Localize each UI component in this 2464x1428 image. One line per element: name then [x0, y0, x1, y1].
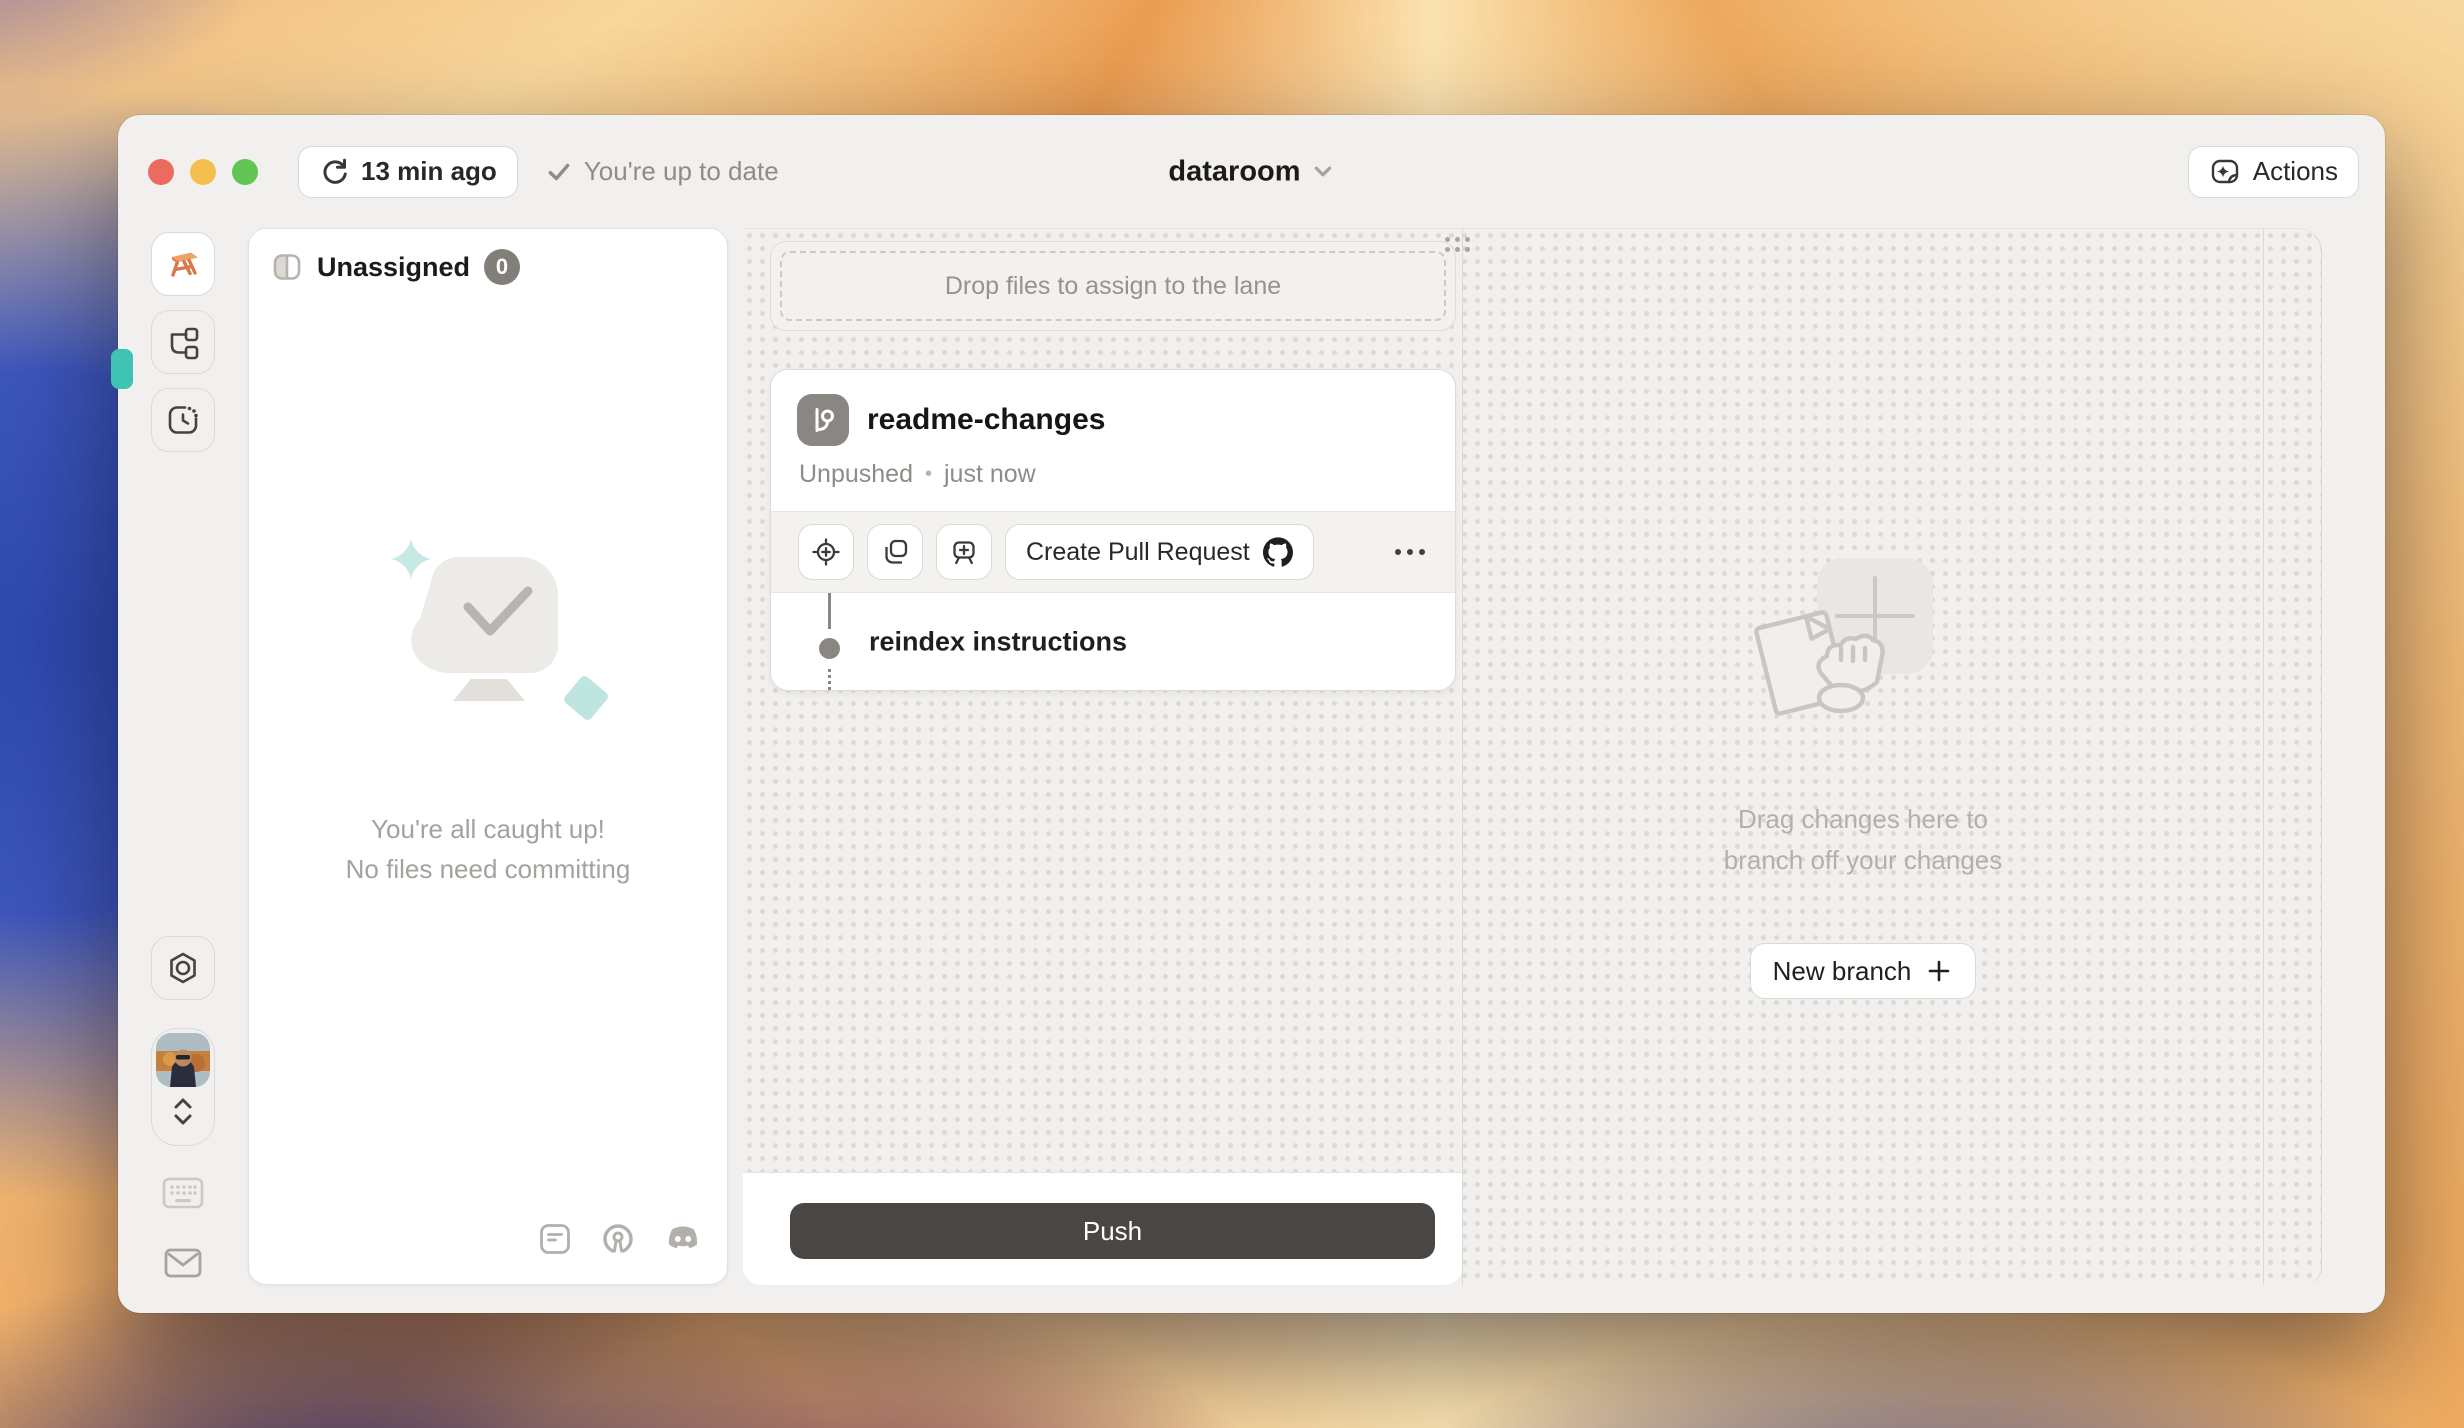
keyboard-shortcuts-button[interactable] — [151, 1176, 215, 1210]
titlebar: 13 min ago You're up to date dataroom — [118, 115, 2385, 228]
empty-line1: You're all caught up! — [346, 809, 631, 849]
drag-changes-hint: Drag changes here to branch off your cha… — [1724, 799, 2002, 881]
changelog-icon[interactable] — [537, 1221, 573, 1257]
history-clock-icon — [165, 402, 201, 438]
empty-line2: No files need committing — [346, 849, 631, 889]
zoom-window-button[interactable] — [232, 159, 258, 185]
new-branch-label: New branch — [1773, 956, 1912, 987]
keyboard-icon — [162, 1176, 204, 1210]
push-button[interactable]: Push — [790, 1203, 1435, 1259]
account-switcher[interactable] — [151, 1028, 215, 1146]
assign-target-button[interactable] — [798, 524, 854, 580]
lane-footer: Push — [743, 1172, 1462, 1285]
check-icon — [546, 159, 572, 185]
file-dropzone[interactable]: Drop files to assign to the lane — [770, 241, 1456, 331]
gear-icon — [165, 950, 201, 986]
app-window: 13 min ago You're up to date dataroom — [118, 115, 2385, 1313]
commit-line-dotted — [828, 669, 831, 690]
meta-separator: • — [925, 463, 932, 486]
github-icon — [1263, 537, 1293, 567]
gitbutler-workbench-icon — [163, 244, 203, 284]
actions-label: Actions — [2253, 156, 2338, 187]
sync-icon — [319, 157, 349, 187]
commit-message: reindex instructions — [869, 626, 1127, 657]
sync-status: You're up to date — [546, 156, 779, 187]
hint-line2: branch off your changes — [1724, 840, 2002, 881]
panel-resize-divider[interactable] — [2263, 229, 2264, 1285]
branch-name: readme-changes — [867, 403, 1105, 437]
project-name: dataroom — [1168, 155, 1300, 188]
update-time-label: 13 min ago — [361, 156, 497, 187]
active-tab-indicator — [111, 349, 133, 389]
panel-footer-links — [537, 1220, 703, 1258]
discord-icon[interactable] — [663, 1222, 703, 1256]
create-pull-request-button[interactable]: Create Pull Request — [1005, 524, 1314, 580]
crosshair-plus-icon — [811, 537, 841, 567]
mail-icon — [163, 1246, 203, 1280]
drag-changes-illustration — [1733, 554, 1993, 764]
branches-icon — [165, 324, 201, 360]
split-panel-icon[interactable] — [271, 251, 303, 283]
branch-meta: Unpushed • just now — [799, 460, 1429, 489]
chevron-updown-icon — [170, 1095, 196, 1129]
commit-dot-icon — [819, 638, 840, 659]
fetch-update-button[interactable]: 13 min ago — [298, 146, 518, 198]
empty-state: You're all caught up! No files need comm… — [249, 529, 727, 889]
actions-button[interactable]: Actions — [2188, 146, 2359, 198]
unassigned-title: Unassigned — [317, 252, 470, 283]
minimize-window-button[interactable] — [190, 159, 216, 185]
workspace-canvas: Drop files to assign to the lane read — [743, 228, 2322, 1285]
feedback-button[interactable] — [151, 1246, 215, 1280]
user-avatar — [156, 1033, 210, 1087]
unassigned-header: Unassigned 0 — [249, 229, 727, 305]
new-branch-button[interactable]: New branch — [1750, 943, 1977, 999]
commit-line — [828, 593, 831, 629]
empty-state-text: You're all caught up! No files need comm… — [346, 809, 631, 889]
stack-add-icon — [949, 537, 979, 567]
hint-line1: Drag changes here to — [1724, 799, 2002, 840]
settings-button[interactable] — [151, 936, 215, 1000]
project-switcher[interactable]: dataroom — [1168, 155, 1334, 188]
caught-up-illustration — [363, 529, 613, 749]
unassigned-panel: Unassigned 0 You're all caught up! No fi… — [248, 228, 728, 1285]
push-label: Push — [1083, 1216, 1142, 1247]
tab-history[interactable] — [151, 388, 215, 452]
tab-branches[interactable] — [151, 310, 215, 374]
plus-icon — [1925, 957, 1953, 985]
branch-card-header[interactable]: readme-changes Unpushed • just now — [771, 370, 1455, 511]
close-window-button[interactable] — [148, 159, 174, 185]
tab-workspace[interactable] — [151, 232, 215, 296]
add-dependent-branch-button[interactable] — [936, 524, 992, 580]
traffic-lights — [148, 159, 258, 185]
commit-row[interactable]: reindex instructions — [771, 593, 1455, 690]
dropzone-label: Drop files to assign to the lane — [945, 272, 1281, 301]
lane-column: Drop files to assign to the lane read — [743, 229, 1463, 1285]
sync-status-label: You're up to date — [584, 156, 779, 187]
open-source-icon[interactable] — [599, 1220, 637, 1258]
branch-menu-button[interactable] — [1393, 539, 1427, 565]
unassigned-count-badge: 0 — [484, 249, 520, 285]
new-branch-dropzone[interactable]: Drag changes here to branch off your cha… — [1463, 229, 2263, 1285]
branch-time: just now — [944, 460, 1036, 489]
copy-icon — [880, 537, 910, 567]
left-rail — [118, 228, 248, 1313]
virtual-branch-icon — [797, 394, 849, 446]
branch-card: readme-changes Unpushed • just now — [770, 369, 1456, 691]
pr-label: Create Pull Request — [1026, 538, 1250, 567]
copy-button[interactable] — [867, 524, 923, 580]
chevron-down-icon — [1311, 160, 1335, 184]
sparkle-square-icon — [2209, 156, 2241, 188]
branch-toolbar: Create Pull Request — [771, 511, 1455, 593]
branch-status: Unpushed — [799, 460, 913, 489]
